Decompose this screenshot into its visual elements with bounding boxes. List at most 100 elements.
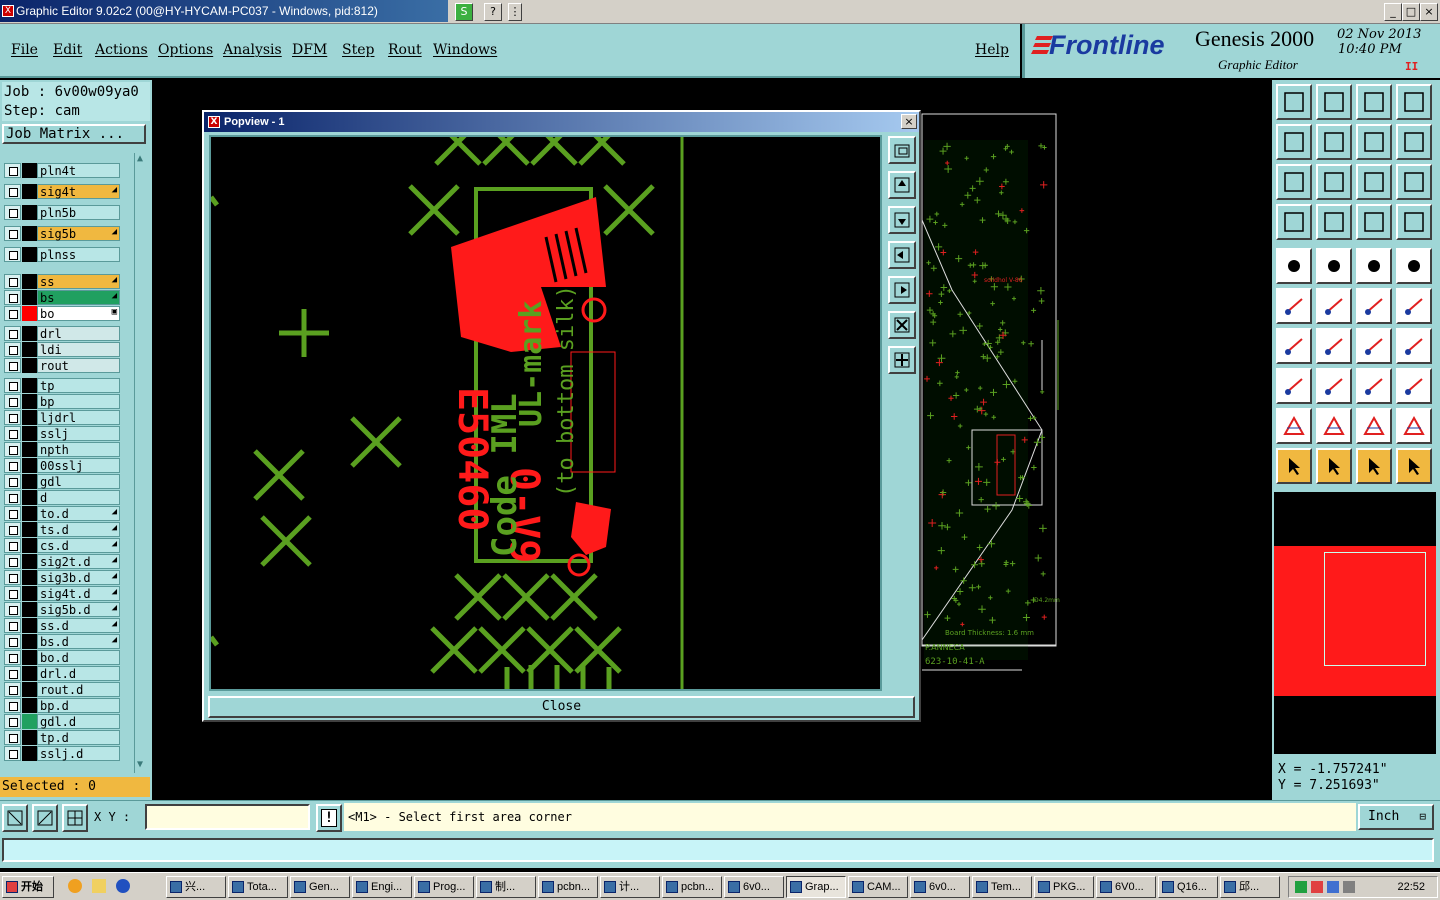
tool-slash-line-button[interactable] (1316, 328, 1352, 364)
layer-row-bo[interactable]: bo ▣ (4, 306, 120, 321)
popview-pan-left-button[interactable] (888, 241, 916, 269)
layer-name[interactable]: cs.d (37, 538, 120, 553)
taskbar-item-16[interactable]: 6V0... (1096, 876, 1156, 898)
taskbar-item-13[interactable]: 6v0... (910, 876, 970, 898)
tool-open-step-button[interactable] (1276, 84, 1312, 120)
menu-help[interactable]: Help (975, 42, 1009, 58)
layer-name[interactable]: bo (37, 306, 120, 321)
layer-checkbox[interactable] (4, 666, 21, 681)
overview-view-rect[interactable] (1324, 552, 1426, 666)
tool-triangle-a-button[interactable] (1356, 408, 1392, 444)
quicklaunch-icon-1[interactable] (68, 879, 82, 893)
close-window-button[interactable]: × (1420, 3, 1438, 21)
tool-menu-button[interactable]: ⋮ (508, 3, 522, 21)
tool-home-button[interactable] (1356, 84, 1392, 120)
layer-row-bp-d[interactable]: bp.d (4, 698, 120, 713)
layer-checkbox[interactable] (4, 306, 21, 321)
menu-actions[interactable]: Actions (95, 42, 148, 58)
layer-checkbox[interactable] (4, 205, 21, 220)
layer-row-plnss[interactable]: plnss (4, 247, 120, 262)
layer-checkbox[interactable] (4, 714, 21, 729)
tool-snap-red-button[interactable] (1356, 204, 1392, 240)
layer-row-ss-d[interactable]: ss.d ◢ (4, 618, 120, 633)
layer-name[interactable]: rout.d (37, 682, 120, 697)
layer-row-ts-d[interactable]: ts.d ◢ (4, 522, 120, 537)
layer-checkbox[interactable] (4, 570, 21, 585)
layer-name[interactable]: gdl (37, 474, 120, 489)
layer-name[interactable]: sig3b.d (37, 570, 120, 585)
tool-ruler-button[interactable] (1356, 248, 1392, 284)
layer-name[interactable]: ljdrl (37, 410, 120, 425)
layer-row-ss[interactable]: ss ◢ (4, 274, 120, 289)
menu-windows[interactable]: Windows (433, 42, 497, 58)
layer-checkbox[interactable] (4, 442, 21, 457)
s-tool-button[interactable]: S (455, 3, 473, 21)
start-button[interactable]: 开始 (2, 876, 54, 898)
layer-row-00sslj[interactable]: 00sslj (4, 458, 120, 473)
menu-step[interactable]: Step (342, 42, 374, 58)
layer-row-gdl-d[interactable]: gdl.d (4, 714, 120, 729)
taskbar-item-4[interactable]: Engi... (352, 876, 412, 898)
popview-pan-right-button[interactable] (888, 276, 916, 304)
tool-arc-dot2-button[interactable] (1396, 288, 1432, 324)
layer-row-sslj-d[interactable]: sslj.d (4, 746, 120, 761)
taskbar-item-14[interactable]: Tem... (972, 876, 1032, 898)
snap-mode-button[interactable] (2, 804, 28, 832)
tool-move-button[interactable] (1276, 368, 1312, 404)
layer-row-sig2t-d[interactable]: sig2t.d ◢ (4, 554, 120, 569)
layer-name[interactable]: sig2t.d (37, 554, 120, 569)
layer-name[interactable]: bp.d (37, 698, 120, 713)
layer-row-gdl[interactable]: gdl (4, 474, 120, 489)
job-matrix-button[interactable]: Job Matrix ... (2, 124, 146, 144)
layer-checkbox[interactable] (4, 394, 21, 409)
taskbar-item-11[interactable]: Grap... (786, 876, 846, 898)
maximize-button[interactable]: □ (1402, 3, 1420, 21)
layer-name[interactable]: ts.d (37, 522, 120, 537)
layer-checkbox[interactable] (4, 410, 21, 425)
tray-icon-2[interactable] (1311, 881, 1323, 893)
layer-name[interactable]: plnss (37, 247, 120, 262)
layer-list-scrollbar[interactable]: ▲ ▼ (134, 153, 148, 773)
measure-mode-button[interactable] (32, 804, 58, 832)
popview-close-button[interactable]: Close (208, 696, 915, 718)
quicklaunch-icon-2[interactable] (92, 879, 106, 893)
layer-name[interactable]: ss (37, 274, 120, 289)
popview-viewport[interactable]: E50460 0-V9 Code IML UL-mark (to bottom … (209, 118, 882, 691)
tool-select-route-button[interactable] (1396, 448, 1432, 484)
tool-connect-button[interactable] (1276, 288, 1312, 324)
layer-checkbox[interactable] (4, 650, 21, 665)
layer-row-tp-d[interactable]: tp.d (4, 730, 120, 745)
layer-checkbox[interactable] (4, 290, 21, 305)
layer-checkbox[interactable] (4, 586, 21, 601)
menu-analysis[interactable]: Analysis (223, 42, 282, 58)
layer-row-bs-d[interactable]: bs.d ◢ (4, 634, 120, 649)
layer-name[interactable]: bp (37, 394, 120, 409)
layer-name[interactable]: sig5b (37, 226, 120, 241)
tool-arc-dot-button[interactable] (1356, 288, 1392, 324)
layer-row-ljdrl[interactable]: ljdrl (4, 410, 120, 425)
tool-one-to-one-button[interactable] (1356, 164, 1392, 200)
popview-pan-down-button[interactable] (888, 206, 916, 234)
layer-checkbox[interactable] (4, 730, 21, 745)
layer-checkbox[interactable] (4, 163, 21, 178)
layer-row-pln4t[interactable]: pln4t (4, 163, 120, 178)
layer-checkbox[interactable] (4, 618, 21, 633)
tray-icon-3[interactable] (1327, 881, 1339, 893)
layer-name[interactable]: bs (37, 290, 120, 305)
tool-pointer-button[interactable] (1276, 448, 1312, 484)
tool-pad-button[interactable] (1276, 248, 1312, 284)
tool-select-button[interactable] (1316, 448, 1352, 484)
menu-options[interactable]: Options (158, 42, 213, 58)
scroll-down-icon[interactable]: ▼ (137, 759, 143, 770)
menu-file[interactable]: File (11, 42, 38, 58)
layer-row-drl-d[interactable]: drl.d (4, 666, 120, 681)
layer-name[interactable]: ss.d (37, 618, 120, 633)
layer-name[interactable]: sslj (37, 426, 120, 441)
layer-name[interactable]: pln4t (37, 163, 120, 178)
layer-checkbox[interactable] (4, 490, 21, 505)
popview-zoom-window-button[interactable] (888, 136, 916, 164)
layer-checkbox[interactable] (4, 326, 21, 341)
layer-row-ldi[interactable]: ldi (4, 342, 120, 357)
layer-row-drl[interactable]: drl (4, 326, 120, 341)
taskbar-item-5[interactable]: Prog... (414, 876, 474, 898)
